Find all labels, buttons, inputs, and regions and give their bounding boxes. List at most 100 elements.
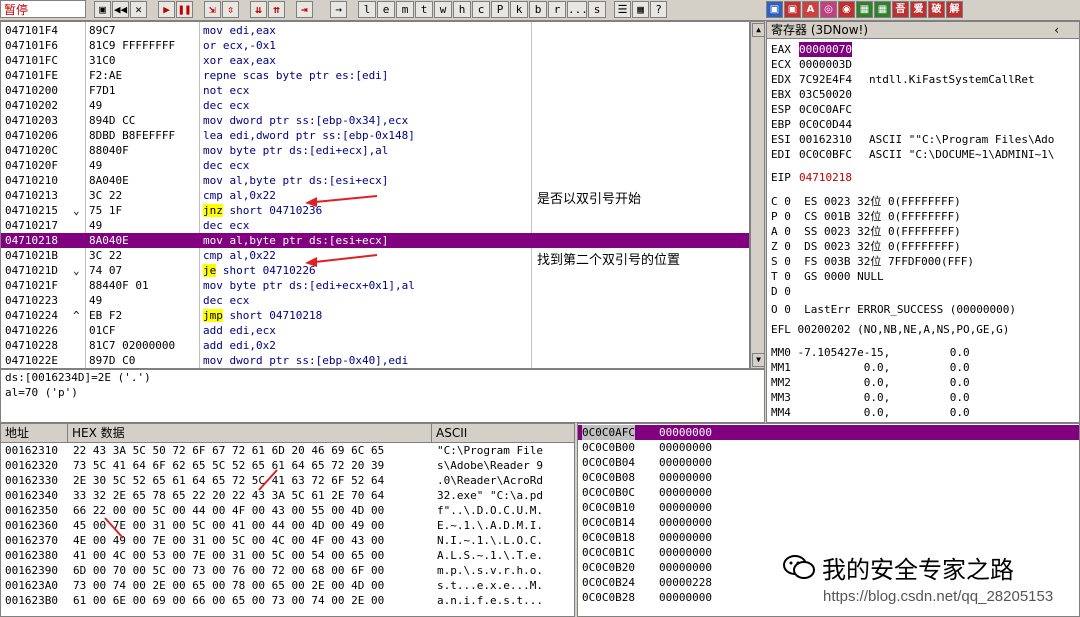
flag-row[interactable]: C 0 ES 0023 32位 0(FFFFFFFF) [771,194,961,209]
disassembly-scrollbar[interactable]: ▲ ▼ [750,21,765,369]
disasm-row[interactable]: 04710210 8A040E mov al,byte ptr ds:[esi+ec… [1,173,531,188]
dump-row[interactable]: 001623A0 73 00 74 00 2E 00 65 00 78 00 65… [1,578,574,593]
flag-row[interactable]: S 0 FS 003B 32位 7FFDF000(FFF) [771,254,974,269]
disasm-row[interactable]: 0471020F 49 dec ecx [1,158,531,173]
plugin-icon-1[interactable]: ▣ [766,1,783,18]
disasm-row[interactable]: 04710228 81C7 02000000 add edi,0x2 [1,338,531,353]
dump-header-hex[interactable]: HEX 数据 [68,424,432,442]
windows-icon[interactable]: ▦ [632,1,649,18]
disasm-row[interactable]: 047101FC 31C0 xor eax,eax [1,53,531,68]
flag-row[interactable]: T 0 GS 0000 NULL [771,269,884,284]
flag-row[interactable]: Z 0 DS 0023 32位 0(FFFFFFFF) [771,239,961,254]
toolbar-letter-button[interactable]: h [453,1,471,18]
goto-icon[interactable]: → [330,1,347,18]
toolbar-letter-button[interactable]: l [358,1,376,18]
disasm-row[interactable]: 04710215 75 1F jnz short 04710236 ⌄ [1,203,531,218]
close-icon[interactable]: ✕ [130,1,147,18]
plugin-ai-icon[interactable]: 爱 [910,1,927,18]
dump-row[interactable]: 00162330 2E 30 5C 52 65 61 64 65 72 5C 41… [1,473,574,488]
register-value[interactable]: 0C0C0AFC [799,102,852,117]
dump-row[interactable]: 00162380 41 00 4C 00 53 00 7E 00 31 00 5C… [1,548,574,563]
dump-row[interactable]: 00162350 66 22 00 00 5C 00 44 00 4F 00 43… [1,503,574,518]
disasm-row[interactable]: 04710213 3C 22 cmp al,0x22 [1,188,531,203]
plugin-po-icon[interactable]: 破 [928,1,945,18]
toolbar-letter-button[interactable]: m [396,1,414,18]
dump-row[interactable]: 00162340 33 32 2E 65 78 65 22 20 22 43 3A… [1,488,574,503]
dump-header-address[interactable]: 地址 [1,424,68,442]
run-icon[interactable]: ▶ [158,1,175,18]
disasm-row[interactable]: 0471022E 897D C0 mov dword ptr ss:[ebp-0x4… [1,353,531,368]
toolbar-letter-button[interactable]: k [510,1,528,18]
disasm-row[interactable]: 0471021F 88440F 01 mov byte ptr ds:[edi+ec… [1,278,531,293]
plugin-wu-icon[interactable]: 吾 [892,1,909,18]
disasm-row[interactable]: 047101FE F2:AE repne scas byte ptr es:[edi… [1,68,531,83]
toolbar-letter-button[interactable]: P [491,1,509,18]
flag-row[interactable]: O 0 LastErr ERROR_SUCCESS (00000000) [771,302,1016,317]
dump-row[interactable]: 00162370 4E 00 49 00 7E 00 31 00 5C 00 4C… [1,533,574,548]
plugin-a-icon[interactable]: A [802,1,819,18]
stack-row[interactable]: 0C0C0B10 00000000 [578,500,1079,515]
toolbar-letter-button[interactable]: s [588,1,606,18]
eip-value[interactable]: 04710218 [799,170,852,185]
disasm-row[interactable]: 04710203 894D CC mov dword ptr ss:[ebp-0x3… [1,113,531,128]
plugin-icon-3[interactable]: ◎ [820,1,837,18]
scroll-up-icon[interactable]: ▲ [752,23,765,37]
flag-row[interactable]: D 0 [771,284,791,299]
pause-icon[interactable]: ❚❚ [176,1,193,18]
plugin-target-icon[interactable]: ◉ [838,1,855,18]
toolbar-letter-button[interactable]: t [415,1,433,18]
register-value[interactable]: 00000070 [799,42,852,57]
disasm-row[interactable]: 0471020C 88040F mov byte ptr ds:[edi+ecx],… [1,143,531,158]
register-value[interactable]: 7C92E4F4 [799,72,852,87]
toolbar-letter-button[interactable]: e [377,1,395,18]
trace-into-icon[interactable]: ⇊ [250,1,267,18]
dump-row[interactable]: 00162390 6D 00 70 00 5C 00 73 00 76 00 72… [1,563,574,578]
register-value[interactable]: 0000003D [799,57,852,72]
disasm-row[interactable]: 04710226 01CF add edi,ecx [1,323,531,338]
register-value[interactable]: 00162310 [799,132,852,147]
toolbar-letter-button[interactable]: w [434,1,452,18]
dump-row[interactable]: 00162320 73 5C 41 64 6F 62 65 5C 52 65 61… [1,458,574,473]
registers-panel[interactable]: 寄存器 (3DNow!) ‹ EAX 00000070 ECX 0000003D EDX… [766,21,1080,423]
step-into-icon[interactable]: ⇲ [204,1,221,18]
dump-row[interactable]: 001623B0 61 00 6E 00 69 00 66 00 65 00 73… [1,593,574,608]
step-over-icon[interactable]: ⇳ [222,1,239,18]
plugin-icon-5[interactable]: ▦ [874,1,891,18]
stack-row[interactable]: 0C0C0B14 00000000 [578,515,1079,530]
trace-over-icon[interactable]: ⇈ [268,1,285,18]
register-value[interactable]: 0C0C0BFC [799,147,852,162]
dump-header-ascii[interactable]: ASCII [432,424,574,442]
flag-row[interactable]: P 0 CS 001B 32位 0(FFFFFFFF) [771,209,961,224]
disasm-row[interactable]: 04710206 8DBD B8FEFFFF lea edi,dword ptr s… [1,128,531,143]
disasm-row[interactable]: 0471021B 3C 22 cmp al,0x22 [1,248,531,263]
scroll-down-icon[interactable]: ▼ [752,353,765,367]
dump-row[interactable]: 00162360 45 00 7E 00 31 00 5C 00 41 00 44… [1,518,574,533]
stack-row[interactable]: 0C0C0AFC 00000000 [578,425,1079,440]
toolbar-letter-button[interactable]: ... [567,1,588,18]
disasm-row[interactable]: 047101F6 81C9 FFFFFFFF or ecx,-0x1 [1,38,531,53]
plugin-jie-icon[interactable]: 解 [946,1,963,18]
stack-row[interactable]: 0C0C0B0C 00000000 [578,485,1079,500]
dump-panel[interactable]: 地址 HEX 数据 ASCII 00162310 22 43 3A 5C 50 7… [0,423,575,617]
open-icon[interactable]: ▣ [94,1,111,18]
toolbar-letter-button[interactable]: r [548,1,566,18]
disasm-row[interactable]: 04710217 49 dec ecx [1,218,531,233]
stack-row[interactable]: 0C0C0B08 00000000 [578,470,1079,485]
stack-row[interactable]: 0C0C0B04 00000000 [578,455,1079,470]
disassembly-panel[interactable]: 047101F4 89C7 mov edi,eax 047101F6 81C9 FFFF… [0,21,750,369]
execute-till-return-icon[interactable]: ⇥ [296,1,313,18]
disasm-row[interactable]: 04710223 49 dec ecx [1,293,531,308]
toolbar-letter-button[interactable]: b [529,1,547,18]
stack-row[interactable]: 0C0C0B18 00000000 [578,530,1079,545]
toolbar-letter-button[interactable]: c [472,1,490,18]
disasm-row[interactable]: 0471021D 74 07 je short 04710226 ⌄ [1,263,531,278]
disasm-row[interactable]: 04710202 49 dec ecx [1,98,531,113]
flag-row[interactable]: A 0 SS 0023 32位 0(FFFFFFFF) [771,224,961,239]
plugin-icon-4[interactable]: ▦ [856,1,873,18]
register-value[interactable]: 03C50020 [799,87,852,102]
collapse-icon[interactable]: ‹ [1054,22,1059,39]
dump-row[interactable]: 00162310 22 43 3A 5C 50 72 6F 67 72 61 6D… [1,443,574,458]
disasm-row[interactable]: 04710218 8A040E mov al,byte ptr ds:[esi+ec… [1,233,749,248]
plugin-icon-2[interactable]: ▣ [784,1,801,18]
restart-icon[interactable]: ◀◀ [112,1,129,18]
